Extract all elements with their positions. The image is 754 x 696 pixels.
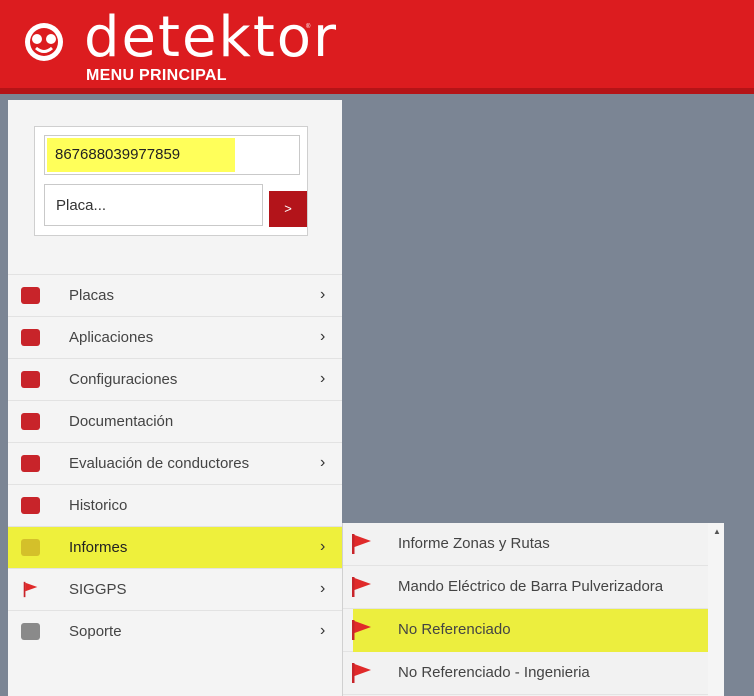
flag-icon	[352, 663, 371, 683]
flag-icon	[23, 581, 38, 598]
flag-icon	[352, 577, 371, 597]
submenu-item-mando-electrico[interactable]: Mando Eléctrico de Barra Pulverizadora	[343, 566, 723, 609]
wrench-icon	[21, 623, 40, 640]
menu-item-informes[interactable]: Informes ›	[8, 526, 342, 568]
box-icon	[21, 455, 40, 472]
menu-item-placas[interactable]: Placas ›	[8, 274, 342, 316]
logo-icon	[25, 23, 63, 61]
plate-icon	[21, 287, 40, 304]
menu-item-label: Configuraciones	[69, 371, 178, 388]
scroll-up-icon[interactable]: ▲	[713, 527, 721, 536]
chevron-right-icon: ›	[320, 538, 326, 555]
folder-icon	[21, 539, 40, 556]
flag-icon	[352, 534, 371, 554]
menu-item-label: Soporte	[69, 623, 122, 640]
search-go-button[interactable]: >	[269, 191, 307, 227]
menu-item-label: Evaluación de conductores	[69, 455, 250, 472]
chevron-right-icon: ›	[320, 622, 326, 639]
gear-icon	[21, 371, 40, 388]
menu-item-siggps[interactable]: SIGGPS ›	[8, 568, 342, 610]
document-icon	[21, 413, 40, 430]
submenu-item-no-referenciado-ingenieria[interactable]: No Referenciado - Ingenieria	[343, 652, 723, 695]
box-icon	[21, 329, 40, 346]
logo-text: detektor	[84, 5, 339, 70]
scrollbar[interactable]	[708, 523, 724, 696]
app-header: detektor ® MENU PRINCIPAL	[0, 0, 754, 94]
menu-title: MENU PRINCIPAL	[86, 67, 227, 84]
plate-placeholder: Placa...	[56, 197, 107, 214]
menu-item-aplicaciones[interactable]: Aplicaciones ›	[8, 316, 342, 358]
menu-item-label: SIGGPS	[69, 581, 127, 598]
submenu-item-informe-zonas[interactable]: Informe Zonas y Rutas	[343, 523, 723, 566]
menu-item-evaluacion[interactable]: Evaluación de conductores ›	[8, 442, 342, 484]
menu-item-label: Aplicaciones	[69, 329, 154, 346]
registered-mark: ®	[306, 24, 311, 30]
sidebar: 867688039977859 Placa... > Placas › Apli…	[8, 100, 342, 696]
menu-item-soporte[interactable]: Soporte ›	[8, 610, 342, 652]
menu-item-label: Placas	[69, 287, 115, 304]
main-menu: Placas › Aplicaciones › Configuraciones …	[8, 274, 342, 652]
menu-item-documentacion[interactable]: Documentación	[8, 400, 342, 442]
submenu-item-no-referenciado[interactable]: No Referenciado	[343, 609, 723, 652]
menu-item-configuraciones[interactable]: Configuraciones ›	[8, 358, 342, 400]
search-panel: 867688039977859 Placa... >	[34, 126, 308, 236]
chevron-right-icon: ›	[320, 370, 326, 387]
submenu-item-label: No Referenciado	[398, 621, 511, 638]
imei-input[interactable]: 867688039977859	[44, 135, 300, 175]
menu-item-label: Documentación	[69, 413, 174, 430]
dots-icon	[21, 497, 40, 514]
imei-value: 867688039977859	[55, 146, 181, 163]
chevron-right-icon: ›	[320, 286, 326, 303]
submenu-item-label: Informe Zonas y Rutas	[398, 535, 550, 552]
chevron-right-icon: ›	[320, 328, 326, 345]
submenu-item-label: Mando Eléctrico de Barra Pulverizadora	[398, 578, 664, 595]
menu-item-label: Historico	[69, 497, 128, 514]
plate-input[interactable]: Placa...	[44, 184, 263, 226]
submenu-item-label: No Referenciado - Ingenieria	[398, 664, 590, 681]
menu-item-label: Informes	[69, 539, 128, 556]
chevron-right-icon: ›	[320, 580, 326, 597]
chevron-right-icon: ›	[320, 454, 326, 471]
menu-item-historico[interactable]: Historico	[8, 484, 342, 526]
informes-submenu: Informe Zonas y Rutas Mando Eléctrico de…	[342, 523, 724, 696]
flag-icon	[352, 620, 371, 640]
